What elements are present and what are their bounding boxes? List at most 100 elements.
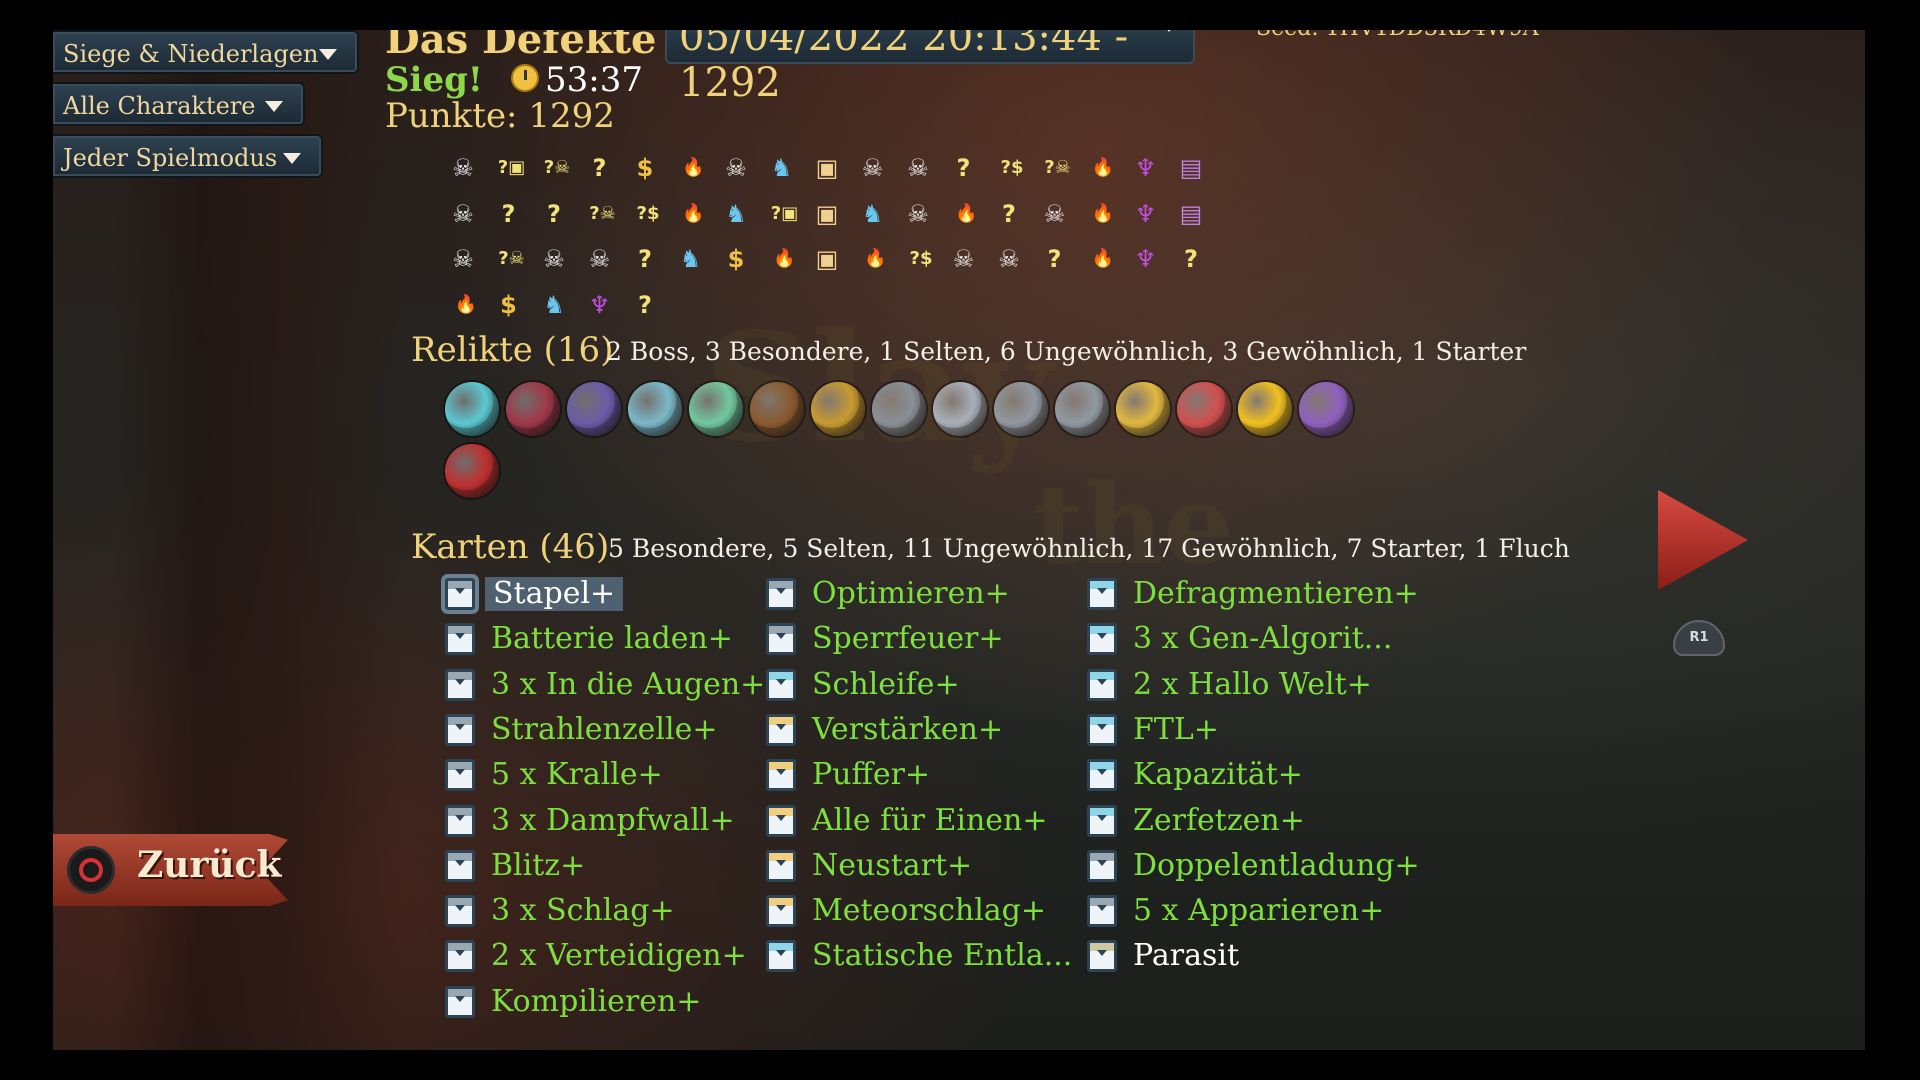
relics-summary: 2 Boss, 3 Besondere, 1 Selten, 6 Ungewöh… (606, 337, 1527, 366)
banana-icon[interactable] (1238, 382, 1292, 436)
map-node-unknown-icon: ? (592, 154, 607, 182)
chevron-down-icon (283, 153, 301, 164)
card-name: Optimieren+ (812, 576, 1010, 611)
card-icon (766, 804, 796, 837)
ninja-star-icon[interactable] (994, 382, 1048, 436)
card-name: Puffer+ (812, 757, 931, 793)
filter-label: Alle Charaktere (63, 92, 256, 120)
card-icon (1087, 578, 1117, 610)
seed-text: Seed: 1HV1DD3RD4W9A (1256, 30, 1539, 41)
card-icon (445, 985, 475, 1018)
card-name: Schleife+ (812, 666, 960, 702)
card-icon (766, 623, 796, 656)
back-button[interactable]: Zurück (53, 830, 303, 910)
map-node-boss-chest-icon: ▤ (1179, 199, 1203, 228)
card-name: Alle für Einen+ (812, 802, 1048, 838)
filter-character-dropdown[interactable]: Alle Charaktere (53, 84, 303, 124)
map-node-treasure-icon: ▣ (815, 199, 839, 228)
trident-icon[interactable] (811, 382, 865, 436)
card-icon (445, 623, 475, 656)
gyroscope-icon[interactable] (1055, 382, 1109, 436)
card-icon (1087, 895, 1117, 928)
map-node-shop-icon: $ (636, 154, 654, 182)
run-history-screen: Slay the Siege & Niederlagen Alle Charak… (53, 30, 1865, 1050)
filter-gamemode-dropdown[interactable]: Jeder Spielmodus (53, 136, 321, 176)
filter-wins-losses-dropdown[interactable]: Siege & Niederlagen (53, 32, 357, 72)
pen-nib-icon[interactable] (1116, 382, 1170, 436)
map-node-monster-icon: ☠ (907, 199, 929, 228)
card-name: Doppelentladung+ (1133, 847, 1420, 883)
character-name: Das Defekte (385, 30, 657, 63)
background-logo-2: the (1033, 460, 1234, 589)
card-name: Defragmentieren+ (1133, 576, 1419, 611)
card-name: 3 x Gen-Algorit... (1133, 621, 1393, 657)
map-node-monster-icon: ☠ (452, 199, 474, 228)
card-name: Parasit (1133, 938, 1239, 974)
map-node-rest-icon: 🔥 (955, 202, 978, 224)
map-node-shop-icon: $ (727, 245, 745, 273)
potion-belt-icon[interactable] (445, 444, 499, 498)
card-name: 2 x Hallo Welt+ (1133, 666, 1372, 702)
map-node-monster-icon: ☠ (452, 154, 474, 182)
map-node-unknown-icon: ? (1184, 245, 1198, 273)
gold-plated-cables-icon[interactable] (567, 382, 621, 436)
card-name: Stapel+ (485, 577, 624, 611)
map-node-rest-icon: 🔥 (864, 248, 887, 269)
card-name: 3 x Dampfwall+ (491, 802, 735, 838)
card-icon (1087, 668, 1117, 701)
mushroom-icon[interactable] (689, 382, 743, 436)
kunai-icon[interactable] (872, 382, 926, 436)
red-claw-icon[interactable] (1177, 382, 1231, 436)
map-node-boss-chest-icon: ▤ (1179, 154, 1203, 182)
card-icon (766, 759, 796, 792)
map-node-unknown-icon: ? (638, 290, 652, 319)
card-icon (1087, 759, 1117, 792)
card-icon (445, 578, 475, 610)
map-node-unknown-treasure-icon: ?▣ (497, 157, 526, 178)
run-select-dropdown[interactable]: 05/04/2022 20:13:44 - 1292 (665, 30, 1195, 106)
map-node-treasure-icon: ▣ (815, 245, 839, 273)
card-name: Sperrfeuer+ (812, 621, 1004, 657)
card-name: Verstärken+ (812, 711, 1004, 747)
card-icon (445, 713, 475, 746)
map-node-unknown-icon: ? (1047, 245, 1062, 273)
whip-icon[interactable] (750, 382, 804, 436)
stopwatch-icon (511, 64, 539, 92)
card-name: Zerfetzen+ (1133, 802, 1305, 838)
map-node-unknown-shop-icon: ?$ (636, 202, 660, 224)
map-node-elite-icon: ♞ (725, 199, 747, 228)
score-text: Punkte: 1292 (385, 96, 615, 136)
runic-capacitor-icon[interactable] (506, 382, 560, 436)
filter-label: Jeder Spielmodus (63, 144, 278, 172)
map-node-unknown-monster-icon: ?☠ (543, 157, 571, 178)
chevron-down-icon (319, 49, 337, 60)
map-node-unknown-icon: ? (501, 199, 516, 228)
back-label: Zurück (137, 844, 282, 886)
shuriken-icon[interactable] (933, 382, 987, 436)
pinwheel-icon[interactable] (1299, 382, 1353, 436)
map-node-unknown-monster-icon: ?☠ (1044, 157, 1071, 178)
map-node-monster-icon: ☠ (588, 245, 611, 273)
map-node-boss-icon: ♆ (1134, 245, 1157, 273)
card-name: Kompilieren+ (491, 983, 702, 1019)
card-icon (445, 804, 475, 837)
next-run-arrow-button[interactable] (1658, 490, 1748, 590)
card-icon (1087, 623, 1117, 656)
card-icon (445, 759, 475, 792)
card-name: 5 x Apparieren+ (1133, 893, 1385, 929)
map-node-unknown-monster-icon: ?☠ (498, 248, 525, 269)
map-node-monster-icon: ☠ (907, 154, 929, 182)
card-name: Neustart+ (812, 847, 973, 883)
map-node-unknown-icon: ? (547, 199, 561, 228)
map-node-unknown-shop-icon: ?$ (909, 248, 933, 269)
card-icon (1087, 804, 1117, 837)
map-node-monster-icon: ☠ (543, 245, 565, 273)
map-node-unknown-shop-icon: ?$ (1000, 157, 1024, 178)
crystal-icon[interactable] (628, 382, 682, 436)
map-node-monster-icon: ☠ (861, 154, 884, 182)
cracked-core-orb-icon[interactable] (445, 382, 499, 436)
background-logo: Slay (703, 300, 1053, 476)
card-icon (766, 940, 796, 973)
card-name: 3 x Schlag+ (491, 893, 675, 929)
card-name: 5 x Kralle+ (491, 757, 663, 793)
